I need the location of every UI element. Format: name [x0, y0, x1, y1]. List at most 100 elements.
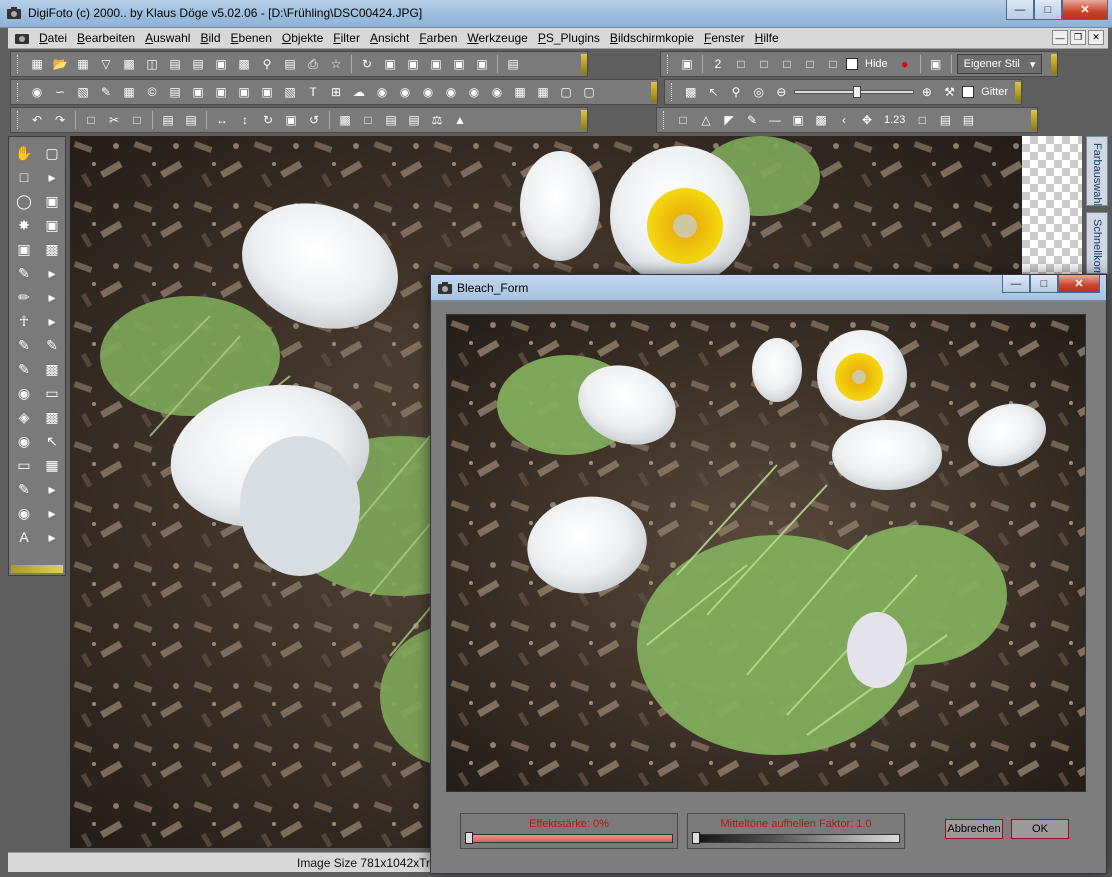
dialog-minimize-button[interactable]: — — [1002, 275, 1030, 293]
plus-box-icon[interactable]: ⊞ — [326, 82, 346, 102]
smudge-icon[interactable]: ☥ — [13, 311, 35, 331]
window-icon[interactable]: □ — [731, 54, 751, 74]
perspective-icon[interactable]: ▲ — [450, 110, 470, 130]
rgb-icon-5[interactable]: ▣ — [472, 54, 492, 74]
hand-icon[interactable]: ✋ — [13, 143, 35, 163]
compare-icon[interactable]: ▦ — [533, 82, 553, 102]
tab-color-picker[interactable]: Farbauswahl — [1086, 136, 1108, 206]
copy-icon[interactable]: ▩ — [234, 54, 254, 74]
sphere-icon[interactable]: ◉ — [27, 82, 47, 102]
camera-link-icon[interactable]: ▣ — [926, 54, 946, 74]
doc-close-button[interactable]: ✕ — [1088, 30, 1104, 45]
histogram-icon[interactable]: ▤ — [503, 54, 523, 74]
rgb-icon-4[interactable]: ▣ — [449, 54, 469, 74]
brush-tool-icon[interactable]: ✏ — [13, 287, 35, 307]
pipette-icon[interactable]: ✎ — [13, 479, 35, 499]
dodge-icon[interactable]: ◉ — [13, 383, 35, 403]
blank-icon-2[interactable]: ▢ — [579, 82, 599, 102]
style-select[interactable]: Eigener Stil ▾ — [956, 54, 1043, 74]
image-frame-icon[interactable]: ▣ — [788, 110, 808, 130]
doc-minimize-button[interactable]: — — [1052, 30, 1068, 45]
ok-button[interactable]: OK — [1011, 819, 1069, 839]
pointer-tool-icon[interactable]: ↖ — [41, 431, 63, 451]
key-icon[interactable]: ⚲ — [257, 54, 277, 74]
grid-checkbox[interactable] — [962, 86, 975, 98]
border-icon[interactable]: ▣ — [257, 82, 277, 102]
copyright-icon[interactable]: © — [142, 82, 162, 102]
midtone-factor-thumb[interactable] — [692, 832, 700, 844]
expand-arrow-icon[interactable]: ▸ — [41, 479, 63, 499]
jpg-icon[interactable]: ▤ — [381, 110, 401, 130]
bucket-icon[interactable]: ▩ — [41, 239, 63, 259]
cloud-icon[interactable]: ☁ — [349, 82, 369, 102]
eye-icon-4[interactable]: ◉ — [441, 82, 461, 102]
menu-datei[interactable]: Datei — [34, 31, 72, 45]
menu-bildschirmkopie[interactable]: Bildschirmkopie — [605, 31, 699, 45]
eye-icon-3[interactable]: ◉ — [418, 82, 438, 102]
paste-special-icon[interactable]: ▤ — [181, 110, 201, 130]
page-copy-icon[interactable]: □ — [81, 110, 101, 130]
menu-farben[interactable]: Farben — [414, 31, 462, 45]
expand-arrow-icon[interactable]: ▸ — [41, 263, 63, 283]
menu-filter[interactable]: Filter — [328, 31, 365, 45]
wand-icon[interactable]: ☆ — [326, 54, 346, 74]
undo-icon[interactable]: ↶ — [27, 110, 47, 130]
fill-icon[interactable]: ◈ — [13, 407, 35, 427]
pencil-icon[interactable]: ✎ — [13, 263, 35, 283]
transform-icon[interactable]: ▣ — [41, 215, 63, 235]
export-icon[interactable]: ▤ — [958, 110, 978, 130]
zoom-slider[interactable] — [794, 86, 915, 98]
lips-icon[interactable]: ◉ — [487, 82, 507, 102]
folder-tool-icon[interactable]: ▤ — [935, 110, 955, 130]
eraser-tool-icon[interactable]: ▭ — [13, 455, 35, 475]
dialog-title-bar[interactable]: Bleach_Form — □ ✕ — [431, 275, 1106, 301]
camera-icon[interactable]: ▣ — [677, 54, 697, 74]
toolbar-grip[interactable] — [581, 110, 587, 130]
rgb-icon-2[interactable]: ▣ — [403, 54, 423, 74]
text-abc-icon[interactable]: ▤ — [165, 82, 185, 102]
filmstrip-icon[interactable]: ▩ — [811, 110, 831, 130]
toolbar-grip[interactable] — [1051, 54, 1057, 74]
expand-arrow-icon[interactable]: ▸ — [41, 167, 63, 187]
document-camera-icon[interactable] — [14, 30, 30, 46]
number-format-label[interactable]: 1.23 — [880, 114, 909, 126]
redo-icon[interactable]: ↷ — [50, 110, 70, 130]
frame-icon[interactable]: □ — [754, 54, 774, 74]
bucket-fill-icon[interactable]: ▩ — [41, 407, 63, 427]
bmp-icon[interactable]: ▤ — [404, 110, 424, 130]
eye-tool-icon[interactable]: ◉ — [13, 503, 35, 523]
cut-icon[interactable]: ✂ — [104, 110, 124, 130]
scale-icon[interactable]: ⚖ — [427, 110, 447, 130]
close-button[interactable]: ✕ — [1062, 0, 1108, 20]
minimize-button[interactable]: — — [1006, 0, 1034, 20]
menu-bild[interactable]: Bild — [195, 31, 225, 45]
toolbar-grip[interactable] — [651, 82, 657, 102]
menu-objekte[interactable]: Objekte — [277, 31, 328, 45]
duplicate-icon[interactable]: ▩ — [335, 110, 355, 130]
line-icon[interactable]: — — [765, 110, 785, 130]
expand-arrow-icon[interactable]: ▸ — [41, 287, 63, 307]
picture-icon[interactable]: ▣ — [234, 82, 254, 102]
pointer-icon[interactable]: ↖ — [704, 82, 724, 102]
menu-ansicht[interactable]: Ansicht — [365, 31, 414, 45]
blank-icon[interactable]: ▢ — [556, 82, 576, 102]
eye-icon-2[interactable]: ◉ — [395, 82, 415, 102]
move-icon[interactable]: ✥ — [857, 110, 877, 130]
film-icon[interactable]: ▩ — [119, 54, 139, 74]
stack-icon[interactable]: ▩ — [681, 82, 701, 102]
cancel-button[interactable]: Abbrechen — [945, 819, 1003, 839]
text-tool-icon[interactable]: A — [13, 527, 35, 547]
gradient-icon[interactable]: ▧ — [73, 82, 93, 102]
rect-select-icon[interactable]: □ — [13, 167, 35, 187]
rectangle-icon[interactable]: □ — [673, 110, 693, 130]
refresh-icon[interactable]: ↺ — [304, 110, 324, 130]
magic-wand-icon[interactable]: ✸ — [13, 215, 35, 235]
swatch-icon[interactable]: ▦ — [510, 82, 530, 102]
menu-auswahl[interactable]: Auswahl — [140, 31, 195, 45]
vector-icon[interactable]: △ — [696, 110, 716, 130]
mosaic-icon[interactable]: ▦ — [119, 82, 139, 102]
eye-icon[interactable]: ◉ — [372, 82, 392, 102]
rotate-cw-icon[interactable]: ↻ — [258, 110, 278, 130]
grid-icon[interactable]: ▦ — [73, 54, 93, 74]
title-bar[interactable]: DigiFoto (c) 2000.. by Klaus Döge v5.02.… — [0, 0, 1112, 28]
